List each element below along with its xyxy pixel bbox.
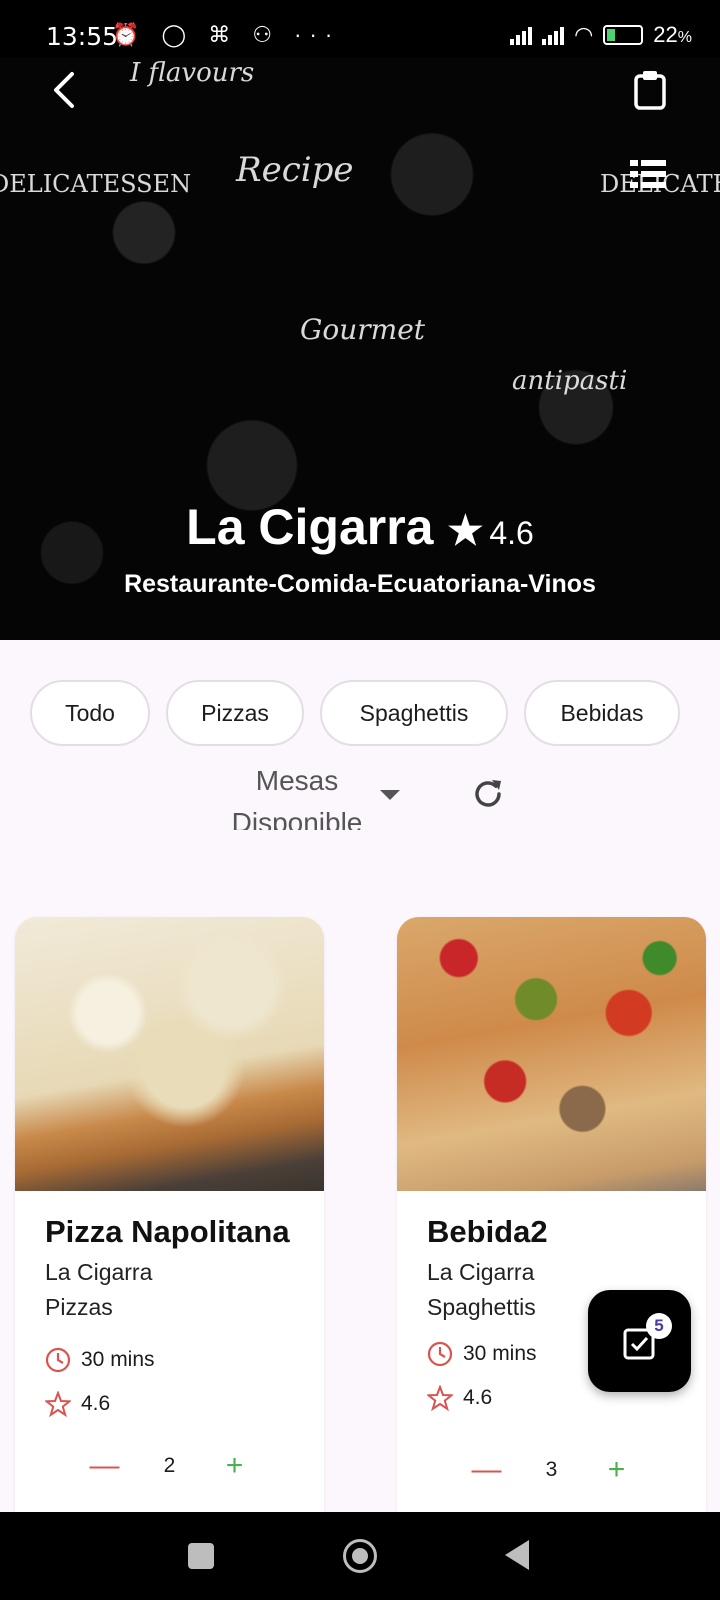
product-restaurant: La Cigarra: [427, 1259, 535, 1285]
notification-icons: ⏰ ◯ ⌘ ⚇ ···: [112, 22, 341, 47]
recents-icon[interactable]: [188, 1543, 214, 1569]
product-name: Pizza Napolitana: [45, 1214, 290, 1249]
back-arrow-icon[interactable]: [44, 68, 88, 112]
chip-pizzas[interactable]: Pizzas: [166, 680, 304, 746]
star-icon: ★: [447, 509, 484, 553]
signal-icon: [510, 25, 533, 45]
star-outline-icon: [427, 1385, 453, 1411]
product-time-text: 30 mins: [463, 1342, 537, 1365]
clock-icon: [45, 1347, 71, 1373]
doodle-text: Gourmet: [300, 313, 426, 346]
status-time: 13:55: [46, 22, 119, 51]
product-restaurant: La Cigarra: [45, 1259, 153, 1285]
doodle-text: antipasti: [512, 366, 628, 396]
restaurant-rating: 4.6: [489, 515, 534, 551]
increase-button[interactable]: +: [597, 1453, 637, 1487]
list-view-icon[interactable]: [628, 158, 668, 192]
order-fab-button[interactable]: 5: [588, 1290, 691, 1392]
product-image: [397, 917, 706, 1191]
system-navigation-bar: [0, 1512, 720, 1600]
clipboard-icon[interactable]: [630, 68, 670, 112]
battery-icon: [603, 25, 644, 45]
status-bar: 13:55 ⏰ ◯ ⌘ ⚇ ··· ◠ 22%: [0, 0, 720, 58]
product-time: 30 mins: [45, 1343, 294, 1377]
wifi-icon: ◠: [574, 22, 594, 47]
chip-bebidas[interactable]: Bebidas: [524, 680, 680, 746]
signal-icon: [542, 25, 565, 45]
quantity-value: 3: [545, 1458, 558, 1481]
product-image: [15, 917, 324, 1191]
restaurant-hero: I flavours Recipe DELICATESSEN DELICATES…: [0, 58, 720, 640]
tables-dropdown[interactable]: Mesas Disponible: [212, 760, 422, 830]
dropdown-arrow-icon: [380, 790, 400, 800]
decrease-button[interactable]: —: [85, 1449, 125, 1483]
dropdown-value: Mesas Disponible: [231, 765, 363, 830]
product-name: Bebida2: [427, 1214, 548, 1249]
quantity-stepper: — 2 +: [45, 1449, 294, 1483]
product-category: Pizzas: [45, 1294, 113, 1320]
status-right: ◠ 22%: [510, 22, 692, 48]
restaurant-subtitle: Restaurante-Comida-Ecuatoriana-Vinos: [124, 570, 596, 598]
increase-button[interactable]: +: [215, 1449, 255, 1483]
restaurant-title: La Cigarra ★ 4.6: [0, 498, 720, 556]
category-chips: Todo Pizzas Spaghettis Bebidas: [30, 680, 680, 746]
cart-count-badge: 5: [646, 1313, 672, 1339]
product-rating: 4.6: [45, 1387, 294, 1421]
quantity-value: 2: [163, 1454, 176, 1477]
refresh-icon[interactable]: [470, 776, 506, 812]
doodle-text: Recipe: [236, 150, 354, 190]
restaurant-name: La Cigarra: [186, 499, 434, 555]
product-time-text: 30 mins: [81, 1348, 155, 1371]
home-icon[interactable]: [343, 1539, 377, 1573]
chip-spaghettis[interactable]: Spaghettis: [320, 680, 508, 746]
clock-icon: [427, 1341, 453, 1367]
product-rating-text: 4.6: [463, 1386, 493, 1409]
doodle-text: I flavours: [130, 58, 255, 88]
back-icon[interactable]: [505, 1540, 529, 1570]
chip-todo[interactable]: Todo: [30, 680, 150, 746]
product-rating-text: 4.6: [81, 1392, 111, 1415]
doodle-text: DELICATESSEN: [0, 170, 192, 198]
product-card[interactable]: Bebida2 La Cigarra Spaghettis 30 mins 4.…: [397, 917, 706, 1517]
decrease-button[interactable]: —: [467, 1453, 507, 1487]
product-card[interactable]: Pizza Napolitana La Cigarra Pizzas 30 mi…: [15, 917, 324, 1517]
battery-percent: 22%: [653, 22, 692, 47]
quantity-stepper: — 3 +: [427, 1453, 676, 1487]
star-outline-icon: [45, 1391, 71, 1417]
